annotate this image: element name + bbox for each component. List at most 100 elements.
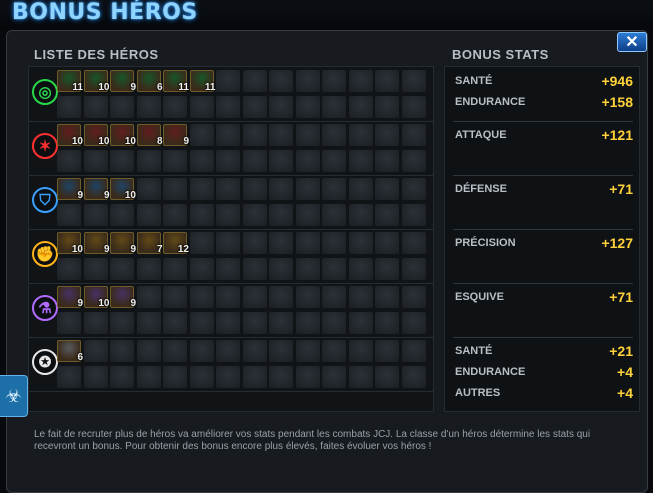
locked-hero-portrait[interactable] [216, 312, 240, 334]
locked-hero-portrait[interactable] [216, 178, 240, 200]
locked-hero-portrait[interactable] [295, 366, 320, 388]
locked-hero-portrait[interactable] [375, 70, 399, 92]
locked-hero-portrait[interactable] [269, 178, 293, 200]
locked-hero-portrait[interactable] [348, 204, 373, 226]
locked-hero-portrait[interactable] [216, 96, 240, 118]
locked-hero-portrait[interactable] [401, 366, 426, 388]
locked-hero-portrait[interactable] [322, 96, 346, 118]
locked-hero-portrait[interactable] [83, 150, 108, 172]
owned-hero-portrait[interactable]: 10 [83, 286, 110, 309]
locked-hero-portrait[interactable] [216, 150, 240, 172]
owned-hero-portrait[interactable]: 9 [110, 232, 136, 255]
locked-hero-portrait[interactable] [242, 340, 267, 362]
locked-hero-portrait[interactable] [401, 340, 426, 362]
locked-hero-portrait[interactable] [163, 178, 187, 200]
locked-hero-portrait[interactable] [295, 232, 320, 254]
locked-hero-portrait[interactable] [136, 312, 161, 334]
locked-hero-portrait[interactable] [163, 366, 187, 388]
locked-hero-portrait[interactable] [401, 150, 426, 172]
locked-hero-portrait[interactable] [216, 366, 240, 388]
locked-hero-portrait[interactable] [322, 178, 346, 200]
locked-hero-portrait[interactable] [375, 366, 399, 388]
locked-hero-portrait[interactable] [348, 312, 373, 334]
locked-hero-portrait[interactable] [136, 178, 161, 200]
owned-hero-portrait[interactable]: 9 [83, 178, 110, 201]
locked-hero-portrait[interactable] [216, 124, 240, 146]
locked-hero-portrait[interactable] [269, 258, 293, 280]
locked-hero-portrait[interactable] [189, 258, 214, 280]
locked-hero-portrait[interactable] [269, 232, 293, 254]
owned-hero-portrait[interactable]: 7 [136, 232, 163, 255]
locked-hero-portrait[interactable] [83, 340, 108, 362]
owned-hero-portrait[interactable]: 10 [57, 124, 83, 147]
locked-hero-portrait[interactable] [375, 232, 399, 254]
locked-hero-portrait[interactable] [269, 340, 293, 362]
locked-hero-portrait[interactable] [295, 96, 320, 118]
owned-hero-portrait[interactable]: 9 [57, 286, 83, 309]
owned-hero-portrait[interactable]: 11 [189, 70, 216, 93]
locked-hero-portrait[interactable] [189, 232, 214, 254]
owned-hero-portrait[interactable]: 11 [163, 70, 189, 93]
locked-hero-portrait[interactable] [348, 232, 373, 254]
locked-hero-portrait[interactable] [163, 96, 187, 118]
locked-hero-portrait[interactable] [163, 150, 187, 172]
locked-hero-portrait[interactable] [348, 178, 373, 200]
locked-hero-portrait[interactable] [348, 286, 373, 308]
locked-hero-portrait[interactable] [110, 312, 134, 334]
locked-hero-portrait[interactable] [375, 204, 399, 226]
locked-hero-portrait[interactable] [57, 150, 81, 172]
locked-hero-portrait[interactable] [375, 150, 399, 172]
locked-hero-portrait[interactable] [110, 96, 134, 118]
locked-hero-portrait[interactable] [136, 204, 161, 226]
locked-hero-portrait[interactable] [375, 340, 399, 362]
locked-hero-portrait[interactable] [348, 150, 373, 172]
locked-hero-portrait[interactable] [269, 286, 293, 308]
owned-hero-portrait[interactable]: 9 [110, 70, 136, 93]
locked-hero-portrait[interactable] [57, 204, 81, 226]
locked-hero-portrait[interactable] [189, 286, 214, 308]
locked-hero-portrait[interactable] [322, 70, 346, 92]
locked-hero-portrait[interactable] [136, 96, 161, 118]
locked-hero-portrait[interactable] [189, 124, 214, 146]
locked-hero-portrait[interactable] [375, 258, 399, 280]
locked-hero-portrait[interactable] [216, 286, 240, 308]
locked-hero-portrait[interactable] [189, 150, 214, 172]
locked-hero-portrait[interactable] [322, 232, 346, 254]
locked-hero-portrait[interactable] [348, 258, 373, 280]
owned-hero-portrait[interactable]: 9 [110, 286, 136, 309]
locked-hero-portrait[interactable] [242, 258, 267, 280]
owned-hero-portrait[interactable]: 10 [83, 70, 110, 93]
locked-hero-portrait[interactable] [401, 258, 426, 280]
locked-hero-portrait[interactable] [216, 70, 240, 92]
locked-hero-portrait[interactable] [216, 258, 240, 280]
locked-hero-portrait[interactable] [83, 366, 108, 388]
locked-hero-portrait[interactable] [269, 204, 293, 226]
locked-hero-portrait[interactable] [163, 286, 187, 308]
owned-hero-portrait[interactable]: 9 [83, 232, 110, 255]
locked-hero-portrait[interactable] [163, 340, 187, 362]
owned-hero-portrait[interactable]: 6 [136, 70, 163, 93]
locked-hero-portrait[interactable] [401, 178, 426, 200]
locked-hero-portrait[interactable] [163, 312, 187, 334]
locked-hero-portrait[interactable] [57, 312, 81, 334]
locked-hero-portrait[interactable] [322, 258, 346, 280]
locked-hero-portrait[interactable] [269, 124, 293, 146]
locked-hero-portrait[interactable] [322, 312, 346, 334]
locked-hero-portrait[interactable] [375, 124, 399, 146]
locked-hero-portrait[interactable] [322, 340, 346, 362]
locked-hero-portrait[interactable] [295, 340, 320, 362]
locked-hero-portrait[interactable] [242, 124, 267, 146]
locked-hero-portrait[interactable] [269, 96, 293, 118]
locked-hero-portrait[interactable] [401, 124, 426, 146]
locked-hero-portrait[interactable] [136, 340, 161, 362]
owned-hero-portrait[interactable]: 10 [57, 232, 83, 255]
locked-hero-portrait[interactable] [269, 150, 293, 172]
locked-hero-portrait[interactable] [375, 178, 399, 200]
locked-hero-portrait[interactable] [348, 340, 373, 362]
locked-hero-portrait[interactable] [375, 96, 399, 118]
locked-hero-portrait[interactable] [322, 286, 346, 308]
owned-hero-portrait[interactable]: 6 [57, 340, 83, 363]
locked-hero-portrait[interactable] [242, 70, 267, 92]
locked-hero-portrait[interactable] [189, 366, 214, 388]
locked-hero-portrait[interactable] [401, 312, 426, 334]
